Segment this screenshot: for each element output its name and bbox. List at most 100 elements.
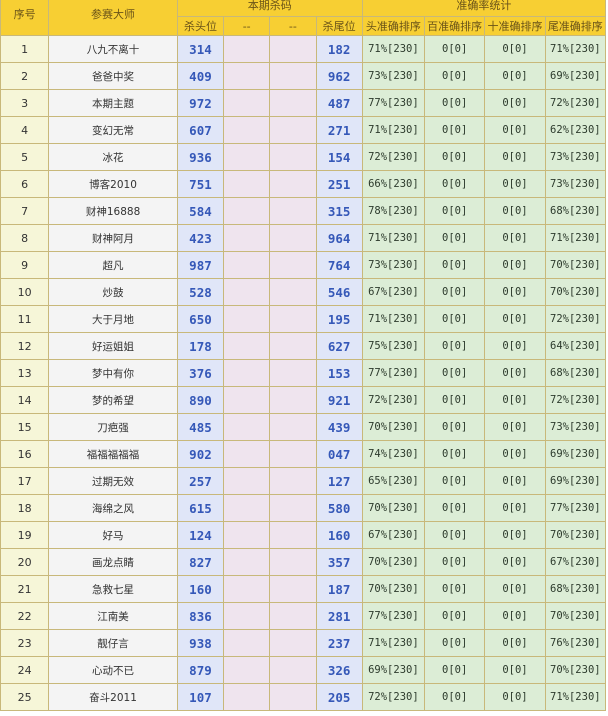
row-index: 25 — [0, 683, 50, 711]
stat-hundred-value: 0[0] — [424, 440, 486, 468]
row-index: 5 — [0, 143, 50, 171]
stat-head-value: 72%[230] — [361, 143, 426, 171]
header-stat-tail: 尾准确排序 — [544, 16, 607, 36]
stat-tail-value: 62%[230] — [544, 116, 607, 144]
row-index: 10 — [0, 278, 50, 306]
kill-tail-value: 195 — [315, 305, 363, 333]
stat-ten-value: 0[0] — [484, 224, 546, 252]
stat-ten-value: 0[0] — [484, 89, 546, 117]
empty-cell — [223, 494, 271, 522]
stat-ten-value: 0[0] — [484, 35, 546, 63]
stat-tail-value: 64%[230] — [544, 332, 607, 360]
empty-cell — [269, 143, 317, 171]
stat-hundred-value: 0[0] — [424, 386, 486, 414]
header-stat-head: 头准确排序 — [361, 16, 426, 36]
row-index: 8 — [0, 224, 50, 252]
stat-tail-value: 67%[230] — [544, 548, 607, 576]
empty-cell — [223, 683, 271, 711]
stat-tail-value: 70%[230] — [544, 278, 607, 306]
row-index: 24 — [0, 656, 50, 684]
header-stats-group: 准确率统计 — [361, 0, 607, 17]
stat-tail-value: 72%[230] — [544, 305, 607, 333]
stat-ten-value: 0[0] — [484, 197, 546, 225]
kill-head-value: 485 — [176, 413, 225, 441]
kill-tail-value: 182 — [315, 35, 363, 63]
header-stat-ten: 十准确排序 — [484, 16, 546, 36]
empty-cell — [223, 332, 271, 360]
table-row: 19 好马 124 160 67%[230] 0[0] 0[0] 70%[230] — [0, 521, 607, 549]
expert-name: 急救七星 — [48, 575, 178, 603]
empty-cell — [223, 386, 271, 414]
stat-hundred-value: 0[0] — [424, 359, 486, 387]
kill-head-value: 827 — [176, 548, 225, 576]
stat-head-value: 71%[230] — [361, 116, 426, 144]
empty-cell — [269, 413, 317, 441]
stat-ten-value: 0[0] — [484, 494, 546, 522]
stat-hundred-value: 0[0] — [424, 251, 486, 279]
kill-head-value: 257 — [176, 467, 225, 495]
empty-cell — [269, 359, 317, 387]
expert-name: 刀疤强 — [48, 413, 178, 441]
empty-cell — [269, 440, 317, 468]
row-index: 20 — [0, 548, 50, 576]
empty-cell — [269, 494, 317, 522]
stat-hundred-value: 0[0] — [424, 89, 486, 117]
stat-ten-value: 0[0] — [484, 62, 546, 90]
table-row: 1 八九不离十 314 182 71%[230] 0[0] 0[0] 71%[230] — [0, 35, 607, 63]
kill-head-value: 890 — [176, 386, 225, 414]
table-row: 18 海绵之风 615 580 70%[230] 0[0] 0[0] 77%[230] — [0, 494, 607, 522]
table-body: 1 八九不离十 314 182 71%[230] 0[0] 0[0] 71%[230] 2 爸爸中… — [0, 35, 607, 711]
table-row: 20 画龙点睛 827 357 70%[230] 0[0] 0[0] 67%[230] — [0, 548, 607, 576]
empty-cell — [269, 386, 317, 414]
stat-head-value: 73%[230] — [361, 62, 426, 90]
empty-cell — [269, 89, 317, 117]
empty-cell — [269, 62, 317, 90]
row-index: 7 — [0, 197, 50, 225]
stat-head-value: 77%[230] — [361, 89, 426, 117]
stat-tail-value: 72%[230] — [544, 386, 607, 414]
row-index: 1 — [0, 35, 50, 63]
stat-tail-value: 68%[230] — [544, 197, 607, 225]
stat-ten-value: 0[0] — [484, 467, 546, 495]
stat-ten-value: 0[0] — [484, 629, 546, 657]
stat-head-value: 65%[230] — [361, 467, 426, 495]
row-index: 17 — [0, 467, 50, 495]
stat-head-value: 70%[230] — [361, 413, 426, 441]
stat-tail-value: 76%[230] — [544, 629, 607, 657]
row-index: 12 — [0, 332, 50, 360]
stat-hundred-value: 0[0] — [424, 116, 486, 144]
stat-tail-value: 70%[230] — [544, 656, 607, 684]
kill-head-value: 314 — [176, 35, 225, 63]
table-row: 2 爸爸中奖 409 962 73%[230] 0[0] 0[0] 69%[230] — [0, 62, 607, 90]
row-index: 19 — [0, 521, 50, 549]
kill-head-value: 423 — [176, 224, 225, 252]
kill-head-value: 107 — [176, 683, 225, 711]
stat-ten-value: 0[0] — [484, 575, 546, 603]
kill-tail-value: 154 — [315, 143, 363, 171]
empty-cell — [269, 683, 317, 711]
stat-head-value: 78%[230] — [361, 197, 426, 225]
kill-head-value: 972 — [176, 89, 225, 117]
row-index: 15 — [0, 413, 50, 441]
row-index: 13 — [0, 359, 50, 387]
header-stat-hundred: 百准确排序 — [424, 16, 486, 36]
empty-cell — [223, 278, 271, 306]
empty-cell — [223, 575, 271, 603]
row-index: 9 — [0, 251, 50, 279]
empty-cell — [223, 89, 271, 117]
stat-ten-value: 0[0] — [484, 386, 546, 414]
header-dash-2: -- — [269, 16, 317, 36]
stat-hundred-value: 0[0] — [424, 548, 486, 576]
table-row: 9 超凡 987 764 73%[230] 0[0] 0[0] 70%[230] — [0, 251, 607, 279]
stat-tail-value: 70%[230] — [544, 251, 607, 279]
stat-ten-value: 0[0] — [484, 143, 546, 171]
stat-head-value: 74%[230] — [361, 440, 426, 468]
stat-ten-value: 0[0] — [484, 278, 546, 306]
table-row: 14 梦的希望 890 921 72%[230] 0[0] 0[0] 72%[230] — [0, 386, 607, 414]
table-row: 23 靓仔言 938 237 71%[230] 0[0] 0[0] 76%[230] — [0, 629, 607, 657]
stat-hundred-value: 0[0] — [424, 35, 486, 63]
stat-hundred-value: 0[0] — [424, 305, 486, 333]
stat-head-value: 67%[230] — [361, 521, 426, 549]
stat-hundred-value: 0[0] — [424, 467, 486, 495]
stat-tail-value: 69%[230] — [544, 440, 607, 468]
